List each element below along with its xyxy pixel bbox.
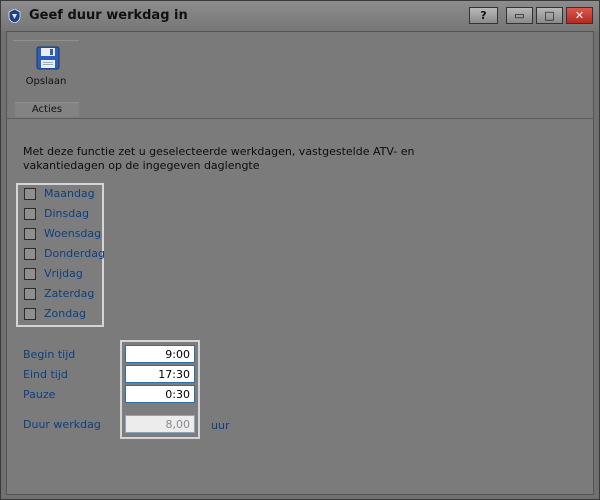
- day-label-zondag[interactable]: Zondag: [44, 307, 86, 320]
- title-bar[interactable]: Geef duur werkdag in ? ▭ □ ✕: [1, 1, 599, 31]
- day-row-zondag[interactable]: Zondag: [18, 305, 102, 325]
- duration-input: [125, 415, 195, 433]
- begin-time-label: Begin tijd: [23, 348, 76, 361]
- checkbox-zondag[interactable]: [24, 308, 36, 320]
- dialog-window: Geef duur werkdag in ? ▭ □ ✕ Opslaan Act…: [0, 0, 600, 500]
- day-label-woensdag[interactable]: Woensdag: [44, 227, 101, 240]
- ribbon-toolbar: Opslaan Acties: [7, 32, 593, 119]
- save-button[interactable]: Opslaan: [14, 42, 78, 100]
- checkbox-woensdag[interactable]: [24, 228, 36, 240]
- checkbox-maandag[interactable]: [24, 188, 36, 200]
- pause-label: Pauze: [23, 388, 56, 401]
- weekday-checkbox-list: Maandag Dinsdag Woensdag Donderdag Vrijd…: [18, 185, 105, 325]
- maximize-button[interactable]: □: [536, 7, 563, 24]
- duration-label: Duur werkdag: [23, 418, 101, 431]
- app-logo-icon: [8, 9, 21, 23]
- end-time-input[interactable]: [125, 365, 195, 383]
- dialog-content: Opslaan Acties Met deze functie zet u ge…: [6, 31, 594, 495]
- floppy-disk-icon: [36, 46, 60, 70]
- ribbon-divider: [13, 40, 79, 41]
- day-label-donderdag[interactable]: Donderdag: [44, 247, 105, 260]
- day-label-maandag[interactable]: Maandag: [44, 187, 95, 200]
- window-title: Geef duur werkdag in: [29, 8, 188, 23]
- checkbox-vrijdag[interactable]: [24, 268, 36, 280]
- checkbox-dinsdag[interactable]: [24, 208, 36, 220]
- time-fields-panel: [122, 342, 198, 437]
- day-row-maandag[interactable]: Maandag: [18, 185, 102, 205]
- begin-time-input[interactable]: [125, 345, 195, 363]
- day-row-woensdag[interactable]: Woensdag: [18, 225, 102, 245]
- checkbox-zaterdag[interactable]: [24, 288, 36, 300]
- help-button[interactable]: ?: [469, 7, 498, 24]
- day-label-zaterdag[interactable]: Zaterdag: [44, 287, 94, 300]
- minimize-button[interactable]: ▭: [506, 7, 533, 24]
- checkbox-donderdag[interactable]: [24, 248, 36, 260]
- day-label-dinsdag[interactable]: Dinsdag: [44, 207, 89, 220]
- day-label-vrijdag[interactable]: Vrijdag: [44, 267, 83, 280]
- ribbon-group-label: Acties: [15, 102, 79, 117]
- day-row-zaterdag[interactable]: Zaterdag: [18, 285, 102, 305]
- pause-input[interactable]: [125, 385, 195, 403]
- day-row-vrijdag[interactable]: Vrijdag: [18, 265, 102, 285]
- duration-unit: uur: [211, 419, 230, 432]
- save-button-label: Opslaan: [25, 76, 67, 87]
- description-text: Met deze functie zet u geselecteerde wer…: [23, 145, 415, 172]
- close-button[interactable]: ✕: [566, 7, 593, 24]
- day-row-donderdag[interactable]: Donderdag: [18, 245, 105, 265]
- day-row-dinsdag[interactable]: Dinsdag: [18, 205, 102, 225]
- end-time-label: Eind tijd: [23, 368, 68, 381]
